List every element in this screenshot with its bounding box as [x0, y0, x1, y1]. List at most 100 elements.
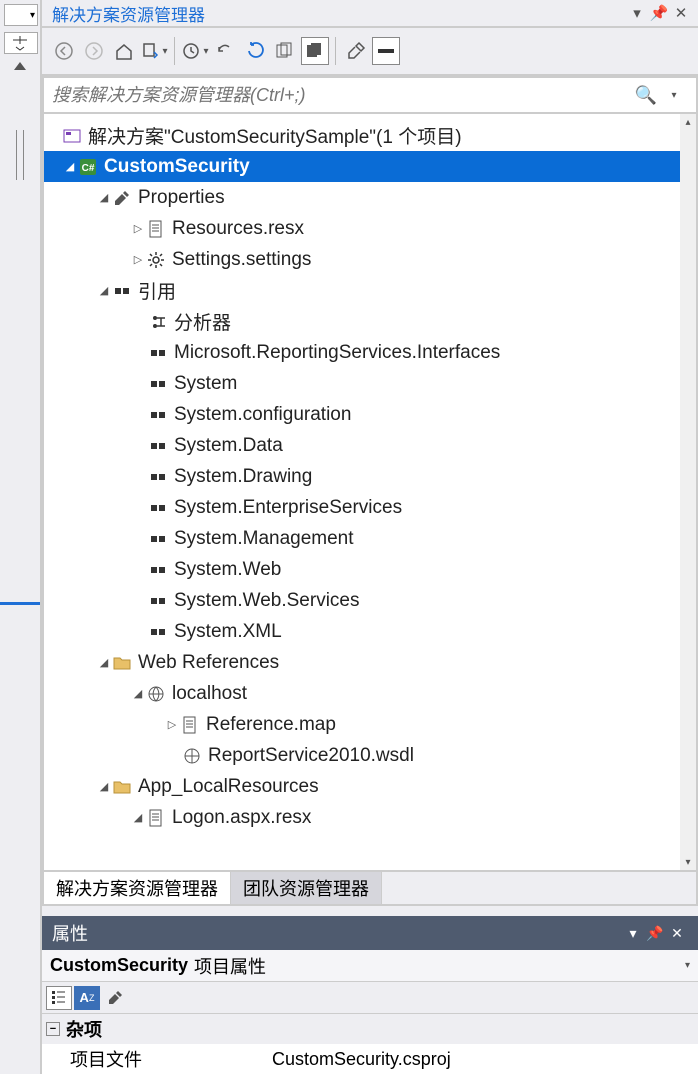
expander-icon[interactable]: ◢: [130, 686, 146, 702]
file-label: Reference.map: [206, 714, 336, 736]
csharp-project-icon: C#: [78, 157, 98, 177]
settings-node[interactable]: ▷ Settings.settings: [44, 244, 680, 275]
tab-solution-explorer[interactable]: 解决方案资源管理器: [44, 872, 231, 904]
solution-icon: [62, 126, 82, 146]
preview-button[interactable]: [372, 37, 400, 65]
analyzers-node[interactable]: 分析器: [44, 306, 680, 337]
reference-label: System.XML: [174, 621, 282, 643]
reference-icon: [148, 591, 168, 611]
reference-node[interactable]: System.configuration: [44, 399, 680, 430]
categorized-button[interactable]: [46, 986, 72, 1010]
history-button[interactable]: [181, 37, 209, 65]
properties-label: Properties: [138, 187, 225, 209]
reference-node[interactable]: System.XML: [44, 616, 680, 647]
resx-file-icon: [146, 219, 166, 239]
property-row[interactable]: 项目文件 CustomSecurity.csproj: [42, 1044, 698, 1074]
alphabetical-button[interactable]: AZ: [74, 986, 100, 1010]
tree-scrollbar[interactable]: ▴ ▾: [680, 114, 696, 870]
collapse-all-button[interactable]: [271, 37, 299, 65]
solution-prefix: 解决方案: [88, 127, 164, 148]
expander-icon[interactable]: ◢: [96, 283, 112, 299]
reference-node[interactable]: System.Web: [44, 554, 680, 585]
expander-icon[interactable]: ▷: [130, 221, 146, 237]
reference-label: System.EnterpriseServices: [174, 497, 402, 519]
reference-icon: [148, 560, 168, 580]
home-button[interactable]: [110, 37, 138, 65]
svg-text:C#: C#: [82, 163, 95, 174]
analyzers-label: 分析器: [174, 308, 231, 335]
search-icon[interactable]: 🔍: [632, 85, 660, 106]
pin-button[interactable]: 📌: [648, 4, 670, 22]
sync-button[interactable]: [140, 37, 168, 65]
file-label: Logon.aspx.resx: [172, 807, 311, 829]
references-node[interactable]: ◢ 引用: [44, 275, 680, 306]
expander-icon[interactable]: ▷: [130, 252, 146, 268]
resources-resx-node[interactable]: ▷ Resources.resx: [44, 213, 680, 244]
expander-icon[interactable]: ◢: [96, 190, 112, 206]
left-dropdown-1[interactable]: ▾: [4, 4, 38, 26]
props-object-dropdown[interactable]: ▾: [685, 960, 690, 971]
analyzers-icon: [148, 312, 168, 332]
project-label: CustomSecurity: [104, 156, 250, 178]
expander-icon[interactable]: ◢: [62, 159, 78, 175]
property-value: CustomSecurity.csproj: [272, 1049, 698, 1070]
folder-label: App_LocalResources: [138, 776, 319, 798]
reference-node[interactable]: System.Web.Services: [44, 585, 680, 616]
close-button[interactable]: ✕: [670, 4, 692, 22]
file-icon: [180, 715, 200, 735]
reference-node[interactable]: System.Data: [44, 430, 680, 461]
expander-icon[interactable]: ◢: [96, 779, 112, 795]
properties-panel-title: 属性: [52, 920, 88, 946]
panel-title: 解决方案资源管理器: [52, 1, 205, 26]
props-wrench-button[interactable]: [102, 986, 128, 1010]
scroll-down-icon[interactable]: ▾: [680, 854, 696, 870]
resx-file-icon: [146, 808, 166, 828]
search-input[interactable]: [52, 85, 632, 106]
left-dropdown-2[interactable]: [4, 32, 38, 54]
file-label: Resources.resx: [172, 218, 304, 240]
reference-node[interactable]: System.Management: [44, 523, 680, 554]
back-button[interactable]: [50, 37, 78, 65]
wrench-icon: [112, 188, 132, 208]
scroll-up-icon[interactable]: ▴: [680, 114, 696, 130]
undo-button[interactable]: [211, 37, 239, 65]
props-close-button[interactable]: ✕: [666, 925, 688, 942]
reference-icon: [148, 374, 168, 394]
expander-icon[interactable]: ◢: [130, 810, 146, 826]
reference-node[interactable]: System: [44, 368, 680, 399]
toolbar: [42, 28, 698, 76]
gear-icon: [146, 250, 166, 270]
logon-resx-node[interactable]: ◢ Logon.aspx.resx: [44, 802, 680, 833]
wsdl-node[interactable]: ReportService2010.wsdl: [44, 740, 680, 771]
reference-node[interactable]: System.EnterpriseServices: [44, 492, 680, 523]
refresh-button[interactable]: [241, 37, 269, 65]
show-all-button[interactable]: [301, 37, 329, 65]
web-references-node[interactable]: ◢ Web References: [44, 647, 680, 678]
category-collapse-icon[interactable]: −: [46, 1022, 60, 1036]
reference-node[interactable]: System.Drawing: [44, 461, 680, 492]
properties-node[interactable]: ◢ Properties: [44, 182, 680, 213]
solution-name: "CustomSecuritySample"(1 个项目): [164, 127, 462, 148]
search-dropdown[interactable]: ▾: [660, 90, 688, 101]
app-local-resources-node[interactable]: ◢ App_LocalResources: [44, 771, 680, 802]
project-node[interactable]: ◢ C# CustomSecurity: [44, 151, 680, 182]
expander-icon[interactable]: ▷: [164, 717, 180, 733]
forward-button[interactable]: [80, 37, 108, 65]
solution-node[interactable]: 解决方案"CustomSecuritySample"(1 个项目): [44, 120, 680, 151]
reference-label: System.Management: [174, 528, 354, 550]
localhost-node[interactable]: ◢ localhost: [44, 678, 680, 709]
props-pin-button[interactable]: 📌: [644, 925, 666, 942]
reference-icon: [148, 405, 168, 425]
props-menu-button[interactable]: ▾: [622, 925, 644, 942]
reference-node[interactable]: Microsoft.ReportingServices.Interfaces: [44, 337, 680, 368]
reference-icon: [148, 436, 168, 456]
reference-map-node[interactable]: ▷ Reference.map: [44, 709, 680, 740]
properties-button[interactable]: [342, 37, 370, 65]
reference-label: System.Drawing: [174, 466, 312, 488]
property-name: 项目文件: [42, 1046, 272, 1072]
props-object-kind: 项目属性: [194, 953, 266, 979]
tab-team-explorer[interactable]: 团队资源管理器: [231, 872, 382, 904]
panel-menu-button[interactable]: ▾: [626, 4, 648, 22]
expander-icon[interactable]: ◢: [96, 655, 112, 671]
reference-icon: [148, 529, 168, 549]
